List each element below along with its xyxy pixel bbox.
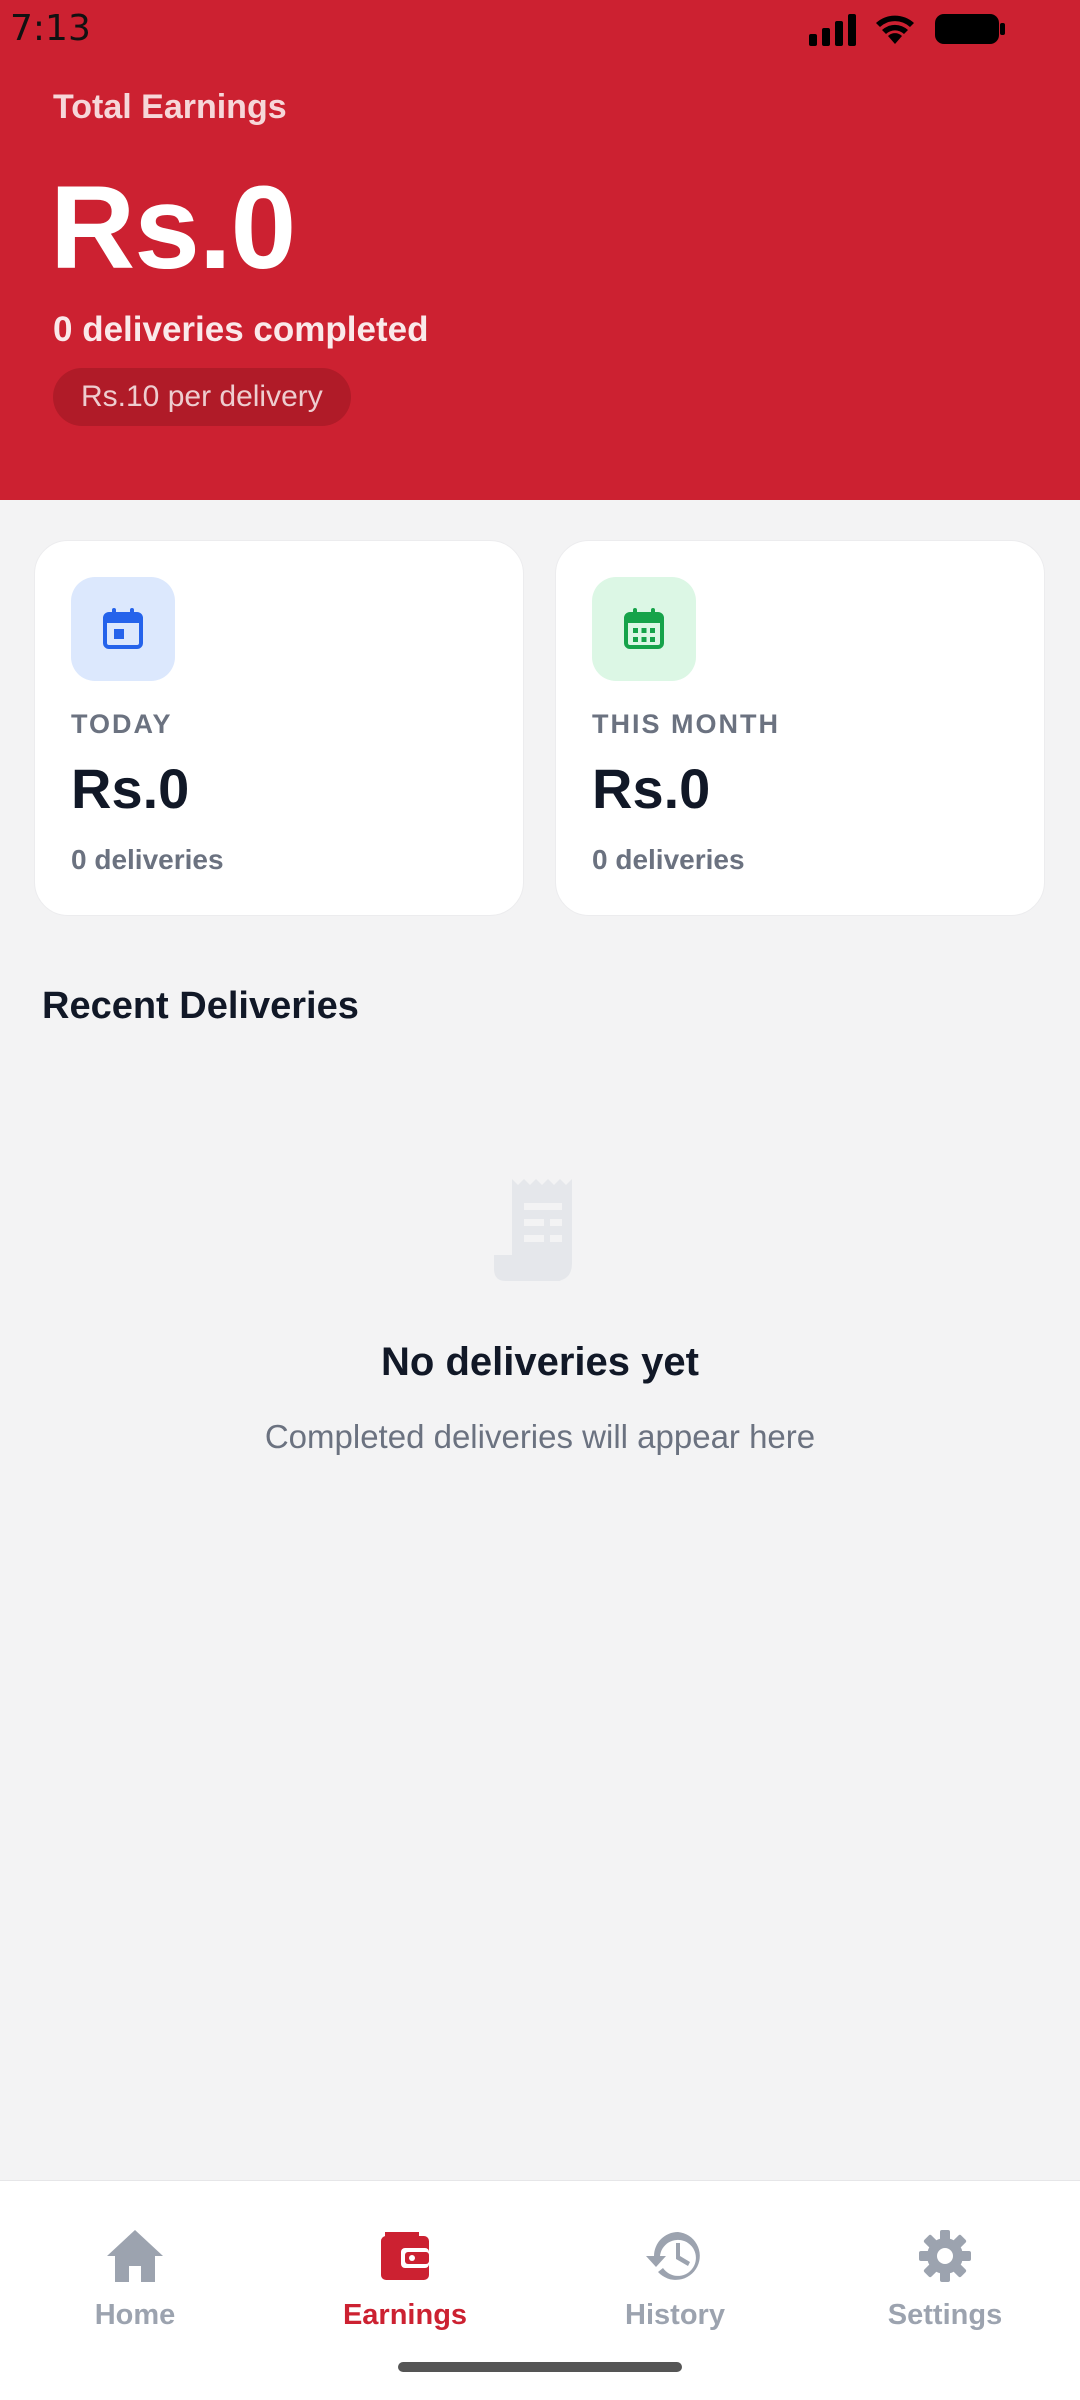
month-card: THIS MONTH Rs.0 0 deliveries [555, 540, 1045, 916]
nav-home[interactable]: Home [0, 2223, 270, 2332]
deliveries-completed: 0 deliveries completed [53, 310, 429, 349]
wifi-icon [876, 15, 914, 44]
month-deliveries: 0 deliveries [592, 844, 745, 875]
month-label: THIS MONTH [592, 709, 780, 739]
earnings-screen: 7:13 Total Earnings Rs.0 0 deliveries co… [0, 0, 1080, 2400]
history-icon [646, 2232, 700, 2280]
today-label: TODAY [71, 709, 173, 739]
nav-home-label: Home [94, 2299, 176, 2331]
signal-icon [809, 12, 856, 46]
rate-badge: Rs.10 per delivery [53, 368, 351, 426]
total-earnings-value: Rs.0 [50, 162, 296, 294]
nav-history[interactable]: History [540, 2223, 810, 2332]
gear-icon [919, 2230, 971, 2282]
calendar-month-icon [592, 577, 696, 681]
today-card: TODAY Rs.0 0 deliveries [34, 540, 524, 916]
total-earnings-label: Total Earnings [53, 88, 287, 126]
nav-settings-label: Settings [887, 2299, 1003, 2331]
battery-icon [935, 14, 1005, 44]
nav-earnings-label: Earnings [342, 2299, 468, 2331]
status-time: 7:13 [10, 8, 91, 49]
home-indicator [398, 2362, 682, 2372]
nav-settings[interactable]: Settings [810, 2223, 1080, 2332]
empty-state-title: No deliveries yet [381, 1340, 699, 1384]
calendar-today-icon [71, 577, 175, 681]
receipt-icon [494, 1179, 572, 1281]
status-icons [809, 12, 1006, 46]
today-value: Rs.0 [71, 757, 190, 820]
home-icon [107, 2230, 163, 2282]
nav-earnings[interactable]: Earnings [270, 2223, 540, 2332]
month-value: Rs.0 [592, 757, 711, 820]
earnings-header: 7:13 Total Earnings Rs.0 0 deliveries co… [0, 0, 1080, 500]
empty-state-subtitle: Completed deliveries will appear here [264, 1418, 816, 1455]
recent-deliveries-title: Recent Deliveries [42, 985, 359, 1027]
today-deliveries: 0 deliveries [71, 844, 224, 875]
nav-history-label: History [625, 2299, 725, 2331]
wallet-icon [381, 2232, 429, 2280]
